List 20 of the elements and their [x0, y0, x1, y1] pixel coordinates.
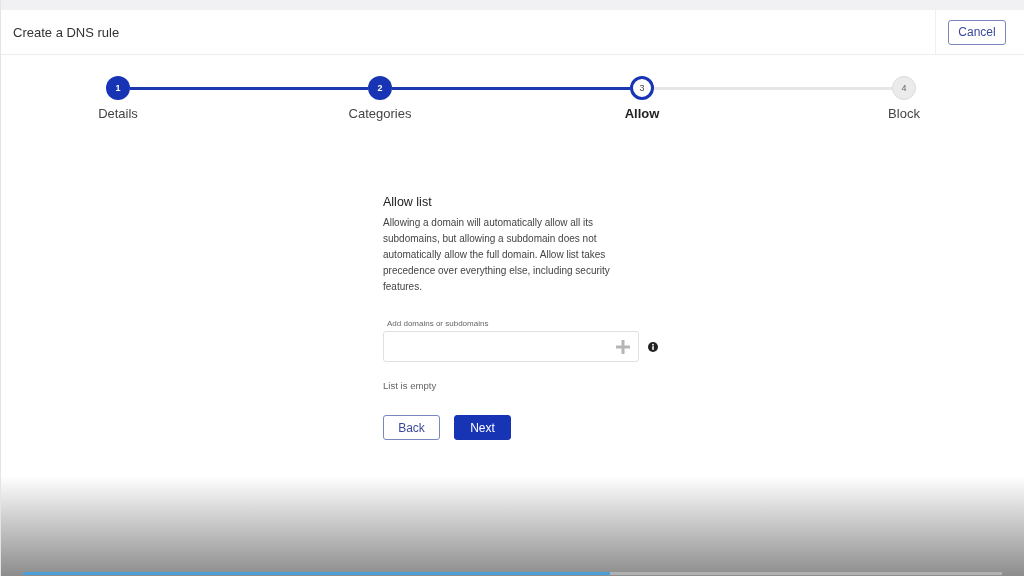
- cancel-button[interactable]: Cancel: [948, 19, 1006, 45]
- section-title: Allow list: [383, 195, 432, 209]
- step-circle: 4: [892, 76, 916, 100]
- step-label: Categories: [348, 106, 412, 121]
- empty-list-text: List is empty: [383, 380, 437, 391]
- step-circle: 2: [368, 76, 392, 100]
- back-button[interactable]: Back: [383, 415, 440, 440]
- step-label: Allow: [624, 106, 660, 121]
- domain-input-field[interactable]: [383, 331, 639, 362]
- field-label: Add domains or subdomains: [387, 319, 489, 328]
- step-circle: 1: [106, 76, 130, 100]
- step-label: Block: [888, 106, 920, 121]
- step-circle: 3: [630, 76, 654, 100]
- plus-icon[interactable]: [616, 339, 630, 354]
- description-text: Allowing a domain will automatically allow all its subdomains, but allowing a subdomain does not automatically allow the full domain. Allow list takes precedence over everything else, including security features.: [383, 216, 611, 294]
- step-label: Details: [98, 106, 138, 121]
- next-button[interactable]: Next: [454, 415, 511, 440]
- info-icon[interactable]: [648, 341, 658, 352]
- video-progress-bar[interactable]: [23, 572, 1002, 575]
- page-title: Create a DNS rule: [13, 24, 120, 40]
